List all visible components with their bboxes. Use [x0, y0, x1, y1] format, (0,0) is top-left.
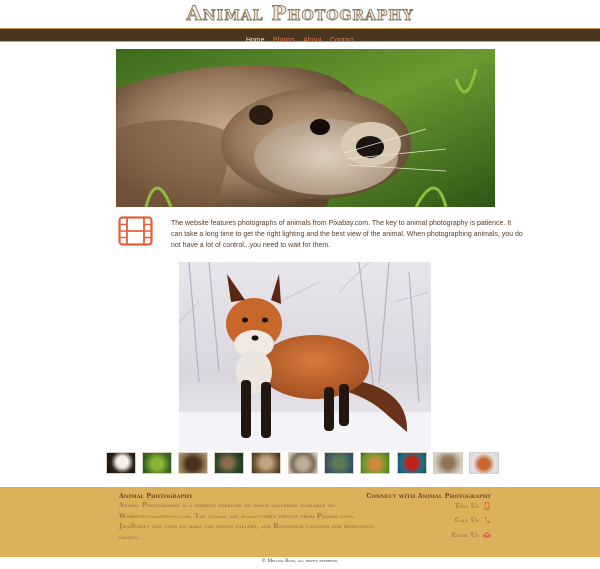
thumbnail-eagle[interactable]	[106, 452, 136, 474]
otter-photo	[116, 49, 495, 207]
text-us-link[interactable]: Text Us	[455, 502, 491, 510]
otter-hero-image	[116, 49, 495, 207]
film-icon	[118, 216, 153, 246]
copyright: © Melissa Ross, all rights reserved.	[261, 559, 339, 564]
thumbnail-owl[interactable]	[251, 452, 281, 474]
site-header: Animal Photography	[0, 0, 600, 28]
call-us-label: Call Us	[454, 516, 479, 524]
thumbnail-fox[interactable]	[469, 452, 499, 474]
intro-text: The website features photographs of anim…	[171, 220, 523, 249]
thumbnail-turtle[interactable]	[324, 452, 354, 474]
navbar: Home Photos About Contact	[0, 28, 600, 44]
phone-icon	[484, 517, 490, 523]
thumbnail-deer[interactable]	[214, 452, 244, 474]
thumbnail-lizard[interactable]	[360, 452, 390, 474]
envelope-icon	[483, 532, 491, 538]
email-us-label: Email Us	[451, 531, 479, 539]
mobile-icon	[484, 502, 490, 510]
footer-connect-title: Connect with Animal Photography	[366, 492, 491, 500]
footer-title: Animal Photography	[119, 492, 193, 500]
red-fox-in-snow-photo	[179, 262, 431, 451]
nav-contact-link[interactable]: Contact	[330, 35, 354, 47]
thumbnail-ladybug[interactable]	[397, 452, 427, 474]
thumbnail-hedgehog[interactable]	[288, 452, 318, 474]
email-us-link[interactable]: Email Us	[451, 531, 491, 539]
nav-about-link[interactable]: About	[303, 35, 321, 47]
site-title: Animal Photography	[186, 1, 414, 26]
footer: Animal Photography Animal Photography is…	[0, 487, 600, 557]
nav-home-link[interactable]: Home	[246, 35, 265, 47]
thumbnail-frog[interactable]	[142, 452, 172, 474]
nav-photos-link[interactable]: Photos	[273, 35, 295, 47]
text-us-label: Text Us	[454, 502, 479, 510]
thumbnail-bison[interactable]	[178, 452, 208, 474]
call-us-link[interactable]: Call Us	[455, 516, 491, 524]
gallery-main-image	[179, 262, 431, 451]
footer-description: Animal Photography is a website exercise…	[119, 502, 375, 541]
thumbnail-goat[interactable]	[433, 452, 463, 474]
